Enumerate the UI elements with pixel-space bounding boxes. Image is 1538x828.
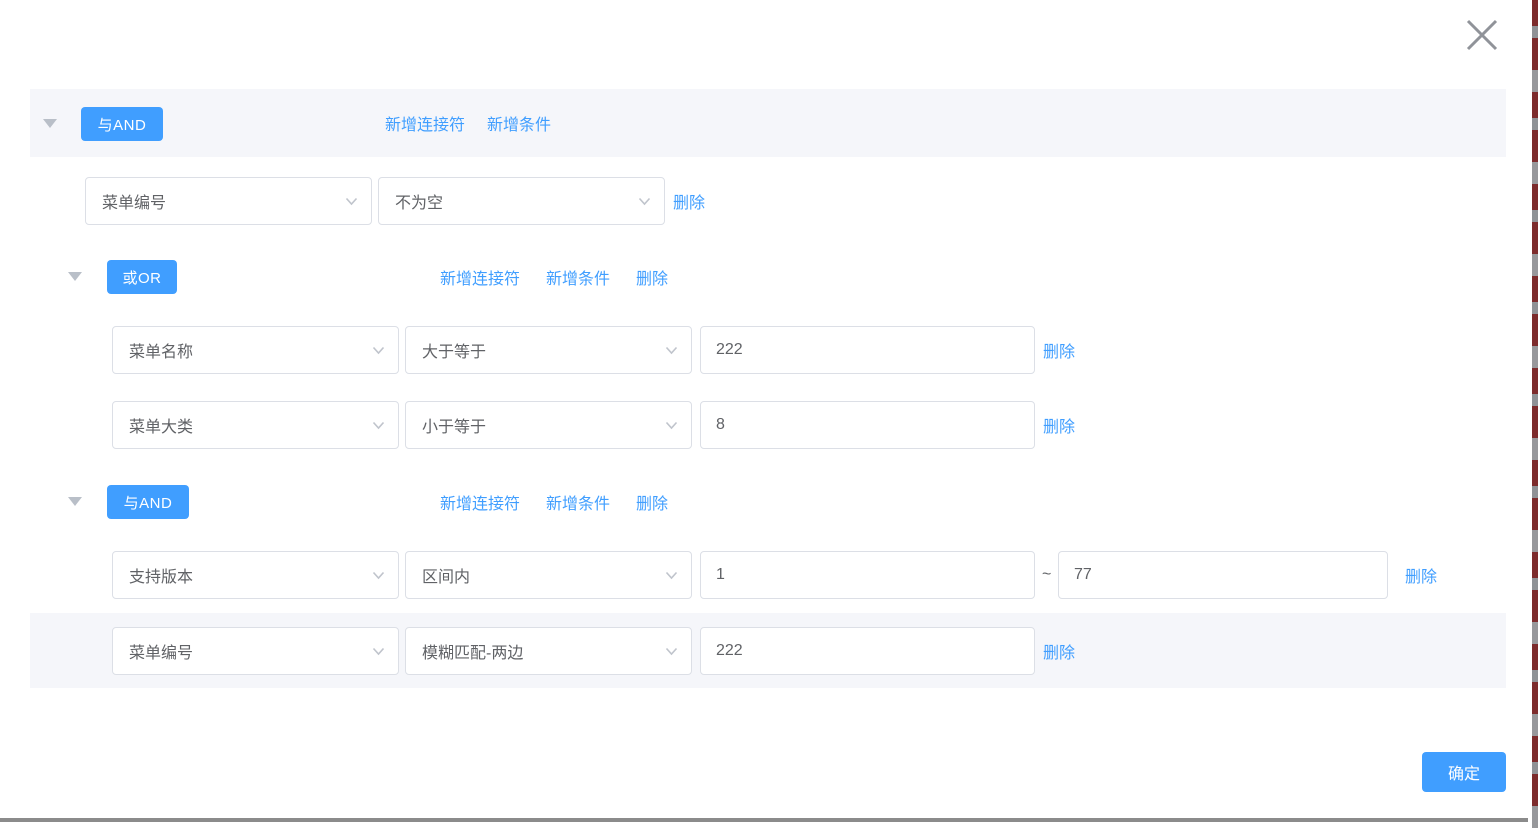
operator-select-value: 大于等于 <box>422 338 486 362</box>
value-input[interactable] <box>700 401 1035 449</box>
delete-condition-link[interactable]: 删除 <box>1043 326 1075 374</box>
add-connector-link[interactable]: 新增连接符 <box>440 265 520 289</box>
field-select[interactable]: 菜单编号 <box>112 627 399 675</box>
operator-select[interactable]: 大于等于 <box>405 326 692 374</box>
window-bottom-edge <box>0 818 1528 822</box>
delete-condition-link[interactable]: 删除 <box>1043 401 1075 449</box>
field-select-value: 支持版本 <box>129 563 193 587</box>
collapse-caret-icon[interactable] <box>68 272 82 281</box>
delete-group-link[interactable]: 删除 <box>636 490 668 514</box>
field-select[interactable]: 菜单大类 <box>112 401 399 449</box>
value-input[interactable] <box>700 326 1035 374</box>
range-to-input[interactable] <box>1058 551 1388 599</box>
range-from-input[interactable] <box>700 551 1035 599</box>
range-separator: ~ <box>1042 551 1051 599</box>
group-header-links: 新增连接符 新增条件 删除 <box>440 252 668 302</box>
field-select[interactable]: 支持版本 <box>112 551 399 599</box>
group-header-links: 新增连接符 新增条件 删除 <box>440 477 668 527</box>
window-right-edge <box>1532 0 1538 828</box>
filter-builder-dialog: 与AND 新增连接符 新增条件 菜单编号 不为空 删除 或OR 新增连接符 新增… <box>0 0 1538 828</box>
connector-badge-or[interactable]: 或OR <box>107 260 177 294</box>
collapse-caret-icon[interactable] <box>43 119 57 128</box>
chevron-down-icon <box>372 571 385 580</box>
condition-row-range: 支持版本 区间内 ~ 删除 <box>30 551 1506 599</box>
add-condition-link[interactable]: 新增条件 <box>546 490 610 514</box>
group-header-links: 新增连接符 新增条件 <box>385 89 551 157</box>
group-header-and-root: 与AND 新增连接符 新增条件 <box>30 89 1506 157</box>
chevron-down-icon <box>372 647 385 656</box>
chevron-down-icon <box>665 346 678 355</box>
chevron-down-icon <box>665 421 678 430</box>
close-button[interactable] <box>1461 14 1503 56</box>
chevron-down-icon <box>665 571 678 580</box>
field-select-value: 菜单大类 <box>129 413 193 437</box>
group-header-and-nested: 与AND 新增连接符 新增条件 删除 <box>30 477 1506 527</box>
add-connector-link[interactable]: 新增连接符 <box>440 490 520 514</box>
operator-select[interactable]: 小于等于 <box>405 401 692 449</box>
operator-select[interactable]: 区间内 <box>405 551 692 599</box>
operator-select-value: 模糊匹配-两边 <box>422 639 523 663</box>
operator-select[interactable]: 不为空 <box>378 177 665 225</box>
operator-select[interactable]: 模糊匹配-两边 <box>405 627 692 675</box>
condition-row: 菜单大类 小于等于 删除 <box>30 401 1506 449</box>
connector-badge-and[interactable]: 与AND <box>107 485 189 519</box>
condition-row: 菜单名称 大于等于 删除 <box>30 326 1506 374</box>
delete-condition-link[interactable]: 删除 <box>673 177 705 225</box>
field-select[interactable]: 菜单编号 <box>85 177 372 225</box>
operator-select-value: 小于等于 <box>422 413 486 437</box>
chevron-down-icon <box>372 346 385 355</box>
chevron-down-icon <box>345 197 358 206</box>
condition-row: 菜单编号 不为空 删除 <box>30 177 1506 225</box>
condition-row: 菜单编号 模糊匹配-两边 删除 <box>30 627 1506 675</box>
add-condition-link[interactable]: 新增条件 <box>546 265 610 289</box>
field-select-value: 菜单编号 <box>102 189 166 213</box>
group-header-or: 或OR 新增连接符 新增条件 删除 <box>30 252 1506 302</box>
field-select-value: 菜单名称 <box>129 338 193 362</box>
chevron-down-icon <box>372 421 385 430</box>
connector-badge-and[interactable]: 与AND <box>81 107 163 141</box>
delete-group-link[interactable]: 删除 <box>636 265 668 289</box>
add-condition-link[interactable]: 新增条件 <box>487 111 551 135</box>
close-icon <box>1464 17 1500 53</box>
field-select-value: 菜单编号 <box>129 639 193 663</box>
delete-condition-link[interactable]: 删除 <box>1043 627 1075 675</box>
field-select[interactable]: 菜单名称 <box>112 326 399 374</box>
add-connector-link[interactable]: 新增连接符 <box>385 111 465 135</box>
collapse-caret-icon[interactable] <box>68 497 82 506</box>
delete-condition-link[interactable]: 删除 <box>1405 551 1437 599</box>
chevron-down-icon <box>638 197 651 206</box>
operator-select-value: 不为空 <box>395 189 443 213</box>
chevron-down-icon <box>665 647 678 656</box>
confirm-button[interactable]: 确定 <box>1422 752 1506 792</box>
value-input[interactable] <box>700 627 1035 675</box>
operator-select-value: 区间内 <box>422 563 470 587</box>
